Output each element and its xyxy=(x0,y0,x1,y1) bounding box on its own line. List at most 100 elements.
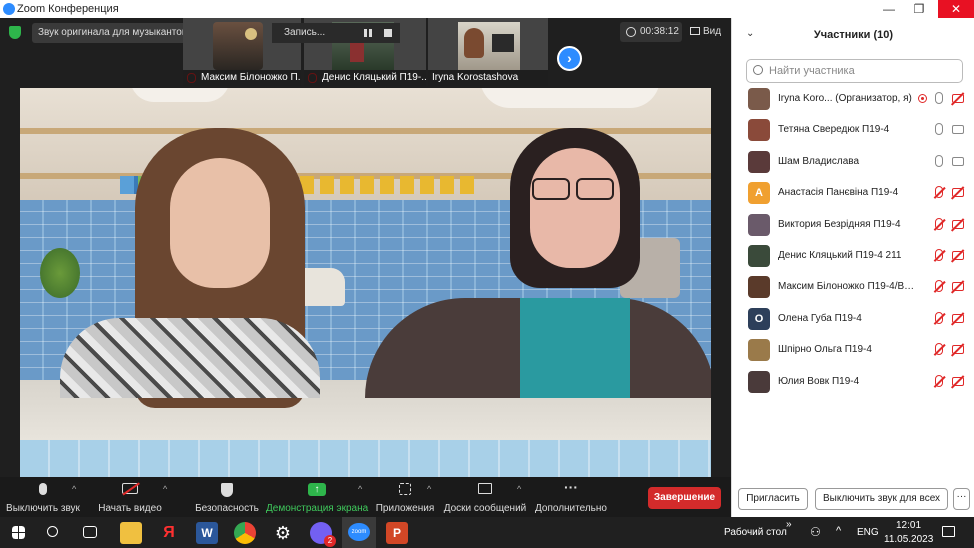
video-options-caret-icon[interactable]: ^ xyxy=(163,484,167,494)
search-icon xyxy=(753,65,763,75)
share-screen-icon: ↑ xyxy=(308,483,326,497)
share-label: Демонстрация экрана xyxy=(266,503,369,514)
recording-icon xyxy=(918,94,927,103)
search-placeholder: Найти участника xyxy=(769,65,855,77)
participant-row[interactable]: Денис Кляцький П19-4 211 xyxy=(732,241,974,272)
mute-button[interactable]: Выключить звук xyxy=(5,477,81,517)
participant-row[interactable]: О Олена Губа П19-4 xyxy=(732,304,974,335)
mute-label: Выключить звук xyxy=(6,503,80,514)
mute-all-button[interactable]: Выключить звук для всех xyxy=(815,488,948,510)
avatar: А xyxy=(748,182,770,205)
search-icon[interactable] xyxy=(47,526,58,537)
share-options-caret-icon[interactable]: ^ xyxy=(358,484,362,494)
thumbnail-name: Iryna Korostashova xyxy=(428,70,548,86)
whiteboards-button[interactable]: Доски сообщений xyxy=(442,477,528,517)
share-screen-button[interactable]: ↑ Демонстрация экрана xyxy=(266,477,369,517)
participant-name: Юлия Вовк П19-4 xyxy=(778,375,860,387)
timer-value: 00:38:12 xyxy=(640,26,679,37)
participant-name: Виктория Безрідняя П19-4 xyxy=(778,218,901,230)
participant-row[interactable]: Виктория Безрідняя П19-4 xyxy=(732,210,974,241)
microphone-icon[interactable] xyxy=(935,154,943,167)
participant-name: Тетяна Свередюк П19-4 xyxy=(778,124,890,136)
whiteboard-label: Доски сообщений xyxy=(443,503,527,514)
word-icon[interactable]: W xyxy=(196,522,218,544)
participant-name: Анастасія Панєвіна П19-4 xyxy=(778,187,899,199)
minimize-button[interactable]: — xyxy=(874,0,904,18)
shield-icon xyxy=(219,483,235,497)
meeting-timer: 00:38:12 xyxy=(620,22,682,42)
avatar xyxy=(748,213,770,236)
panel-title: Участники (10) xyxy=(813,29,894,41)
grid-icon xyxy=(690,27,700,35)
microphone-icon xyxy=(35,483,51,497)
powerpoint-icon[interactable]: P xyxy=(386,522,408,544)
more-label: Дополнительно xyxy=(535,503,607,514)
video-off-icon xyxy=(122,482,140,497)
settings-gear-icon[interactable]: ⚙ xyxy=(272,522,294,544)
participant-name: Олена Губа П19-4 xyxy=(778,312,862,324)
zoom-taskbar-active[interactable]: zoom xyxy=(342,517,376,548)
video-camera-icon[interactable] xyxy=(952,125,964,135)
panel-more-button[interactable]: ··· xyxy=(953,488,970,510)
close-button[interactable]: ✕ xyxy=(938,0,974,18)
recording-label: Запись... xyxy=(284,27,326,38)
chrome-icon[interactable] xyxy=(234,522,256,544)
microphone-icon[interactable] xyxy=(935,123,943,136)
zoom-icon: zoom xyxy=(348,523,370,541)
apps-button[interactable]: Приложения xyxy=(374,477,436,517)
audio-options-caret-icon[interactable]: ^ xyxy=(72,484,76,494)
avatar xyxy=(748,245,770,267)
restore-button[interactable]: ❐ xyxy=(904,0,934,18)
participant-row[interactable]: Шпірно Ольга П19-4 xyxy=(732,335,974,366)
participant-row[interactable]: Тетяна Свередюк П19-4 xyxy=(732,115,974,146)
stop-icon[interactable] xyxy=(384,29,392,37)
viber-badge: 2 xyxy=(324,535,336,547)
avatar xyxy=(748,119,770,142)
clock-date[interactable]: 11.05.2023 xyxy=(884,534,933,545)
thumbnail-video[interactable]: Iryna Korostashova xyxy=(428,18,548,86)
end-meeting-button[interactable]: Завершение xyxy=(648,487,721,509)
clock-time[interactable]: 12:01 xyxy=(896,520,921,531)
participant-name: Шам Владислава xyxy=(778,155,860,167)
participant-row[interactable]: Максим Білоножко П19-4/ВК-... xyxy=(732,272,974,303)
toolbar-overflow-icon[interactable]: » xyxy=(786,519,792,530)
task-view-icon[interactable] xyxy=(83,526,97,538)
participant-row[interactable]: Шам Владислава xyxy=(732,147,974,178)
tray-expand-icon[interactable]: ^ xyxy=(836,525,841,537)
microphone-icon[interactable] xyxy=(935,92,943,104)
participant-name: Шпірно Ольга П19-4 xyxy=(778,344,872,356)
window-titlebar: Zoom Конференция — ❐ ✕ xyxy=(0,0,974,18)
apps-icon xyxy=(397,483,413,497)
whiteboard-options-caret-icon[interactable]: ^ xyxy=(517,484,521,494)
meeting-toolbar: Выключить звук ^ Начать видео ^ Безопасн… xyxy=(0,477,731,517)
pause-icon[interactable] xyxy=(364,29,367,37)
start-video-button[interactable]: Начать видео xyxy=(96,477,164,517)
avatar: О xyxy=(748,307,770,330)
thumbnail-name: Денис Кляцький П19-... xyxy=(304,70,426,86)
view-label: Вид xyxy=(703,26,722,37)
participant-row[interactable]: А Анастасія Панєвіна П19-4 xyxy=(732,178,974,209)
more-dots-icon: ··· xyxy=(564,479,578,495)
start-icon[interactable] xyxy=(12,526,25,539)
participant-name: Iryna Koro... (Организатор, я) xyxy=(778,93,912,104)
more-button[interactable]: ··· Дополнительно xyxy=(532,477,610,517)
search-participant-input[interactable]: Найти участника xyxy=(746,59,963,83)
language-indicator[interactable]: ENG xyxy=(857,527,879,538)
invite-button[interactable]: Пригласить xyxy=(738,488,808,510)
people-icon[interactable]: ⚇ xyxy=(810,525,821,539)
file-explorer-icon[interactable] xyxy=(120,522,142,544)
view-button[interactable]: Вид xyxy=(690,22,721,42)
encryption-shield-icon[interactable] xyxy=(9,26,21,39)
security-button[interactable]: Безопасность xyxy=(194,477,260,517)
apps-options-caret-icon[interactable]: ^ xyxy=(427,484,431,494)
participant-row[interactable]: Юлия Вовк П19-4 xyxy=(732,367,974,398)
video-camera-icon[interactable] xyxy=(952,156,964,166)
participant-row[interactable]: Iryna Koro... (Организатор, я) xyxy=(732,84,974,115)
desktop-toolbar-label[interactable]: Рабочий стол xyxy=(724,527,787,538)
avatar xyxy=(748,88,770,110)
yandex-browser-icon[interactable]: Я xyxy=(158,522,180,544)
window-title: Zoom Конференция xyxy=(17,3,119,15)
next-page-button[interactable]: › xyxy=(557,46,582,71)
viber-icon[interactable]: 2 xyxy=(310,522,336,547)
notifications-icon[interactable] xyxy=(942,526,955,537)
